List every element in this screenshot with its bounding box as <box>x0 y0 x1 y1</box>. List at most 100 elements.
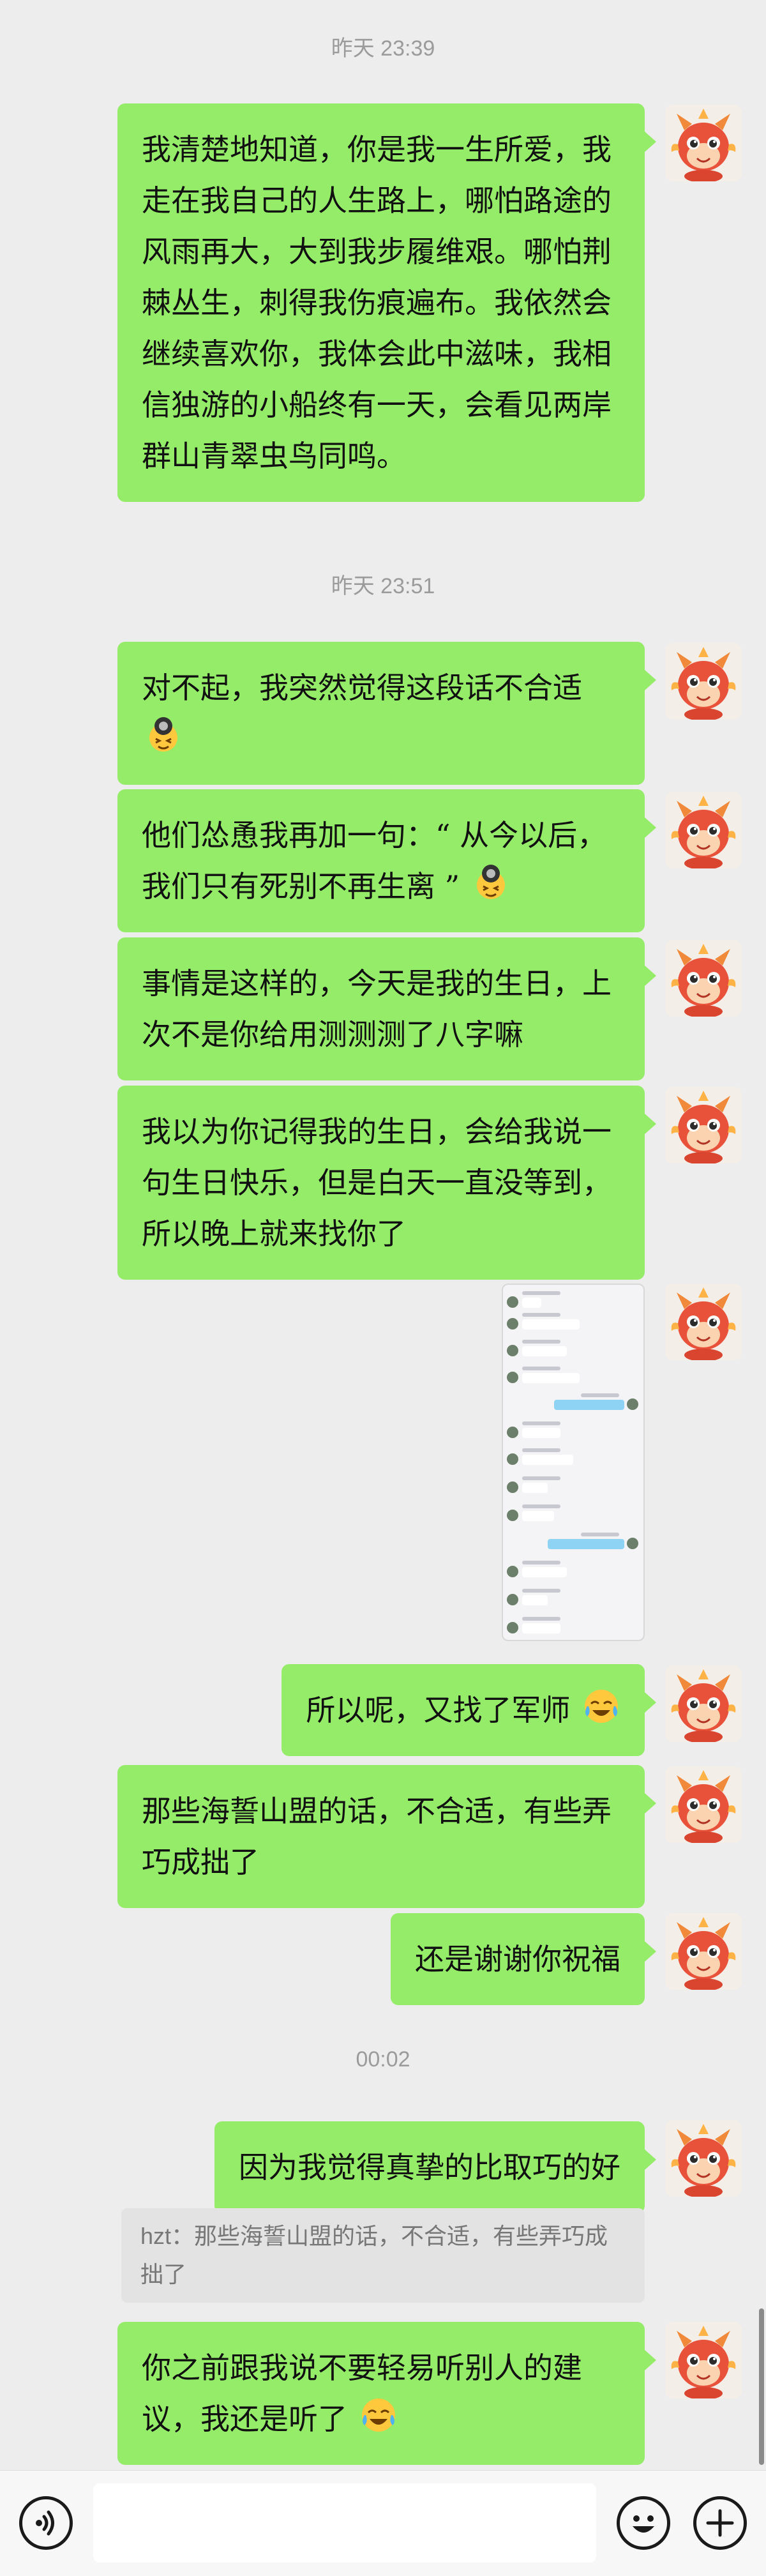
message-text: 他们怂恿我再加一句：“ 从今以后，我们只有死别不再生离 ” <box>142 818 607 904</box>
message-bubble[interactable]: 我以为你记得我的生日，会给我说一句生日快乐，但是白天一直没等到，所以晚上就来找你… <box>117 1086 656 1280</box>
thumbnail-row <box>507 1502 638 1525</box>
thumbnail-row <box>507 1474 638 1497</box>
thumbnail-message <box>548 1539 624 1549</box>
thumbnail-message <box>522 1319 580 1330</box>
thumbnail-avatar <box>507 1372 518 1383</box>
dragon-avatar-icon <box>665 1284 742 1360</box>
thumbnail-name <box>522 1340 560 1344</box>
quoted-message[interactable]: hzt：那些海誓山盟的话，不合适，有些弄巧成拙了 <box>121 2208 645 2303</box>
plus-icon-glyph <box>706 2509 734 2537</box>
input-bar <box>0 2470 766 2576</box>
scrollbar[interactable] <box>759 2308 764 2465</box>
avatar[interactable] <box>665 105 742 181</box>
message-bubble[interactable]: 所以呢，又找了军师 <box>282 1664 656 1756</box>
thumbnail-row <box>507 1586 638 1609</box>
facepalm-emoji <box>476 865 505 899</box>
dragon-avatar-icon <box>665 105 742 181</box>
thumbnail-avatar <box>507 1594 518 1605</box>
dragon-avatar-icon <box>665 1087 742 1163</box>
thumbnail-row <box>507 1337 638 1360</box>
voice-icon[interactable] <box>19 2496 73 2550</box>
thumbnail-message <box>522 1298 541 1308</box>
message-bubble[interactable]: 你之前跟我说不要轻易听别人的建议，我还是听了 <box>117 2322 656 2465</box>
thumbnail-avatar <box>507 1510 518 1521</box>
smiley-icon-glyph <box>633 2515 654 2533</box>
thumbnail-message <box>522 1455 573 1465</box>
thumbnail-row <box>507 1310 638 1333</box>
thumbnail-avatar <box>507 1427 518 1438</box>
thumbnail-row <box>507 1530 638 1553</box>
thumbnail-message <box>522 1428 560 1438</box>
thumbnail-row <box>507 1391 638 1414</box>
dragon-avatar-icon <box>665 940 742 1017</box>
plus-icon[interactable] <box>693 2496 747 2550</box>
dragon-avatar-icon <box>665 1913 742 1990</box>
facepalm-emoji <box>149 717 177 752</box>
thumbnail-row <box>507 1446 638 1469</box>
message-bubble[interactable]: 对不起，我突然觉得这段话不合适 <box>117 642 656 785</box>
message-text: 所以呢，又找了军师 <box>306 1693 571 1727</box>
thumbnail-avatar <box>507 1566 518 1577</box>
message-input[interactable] <box>93 2483 596 2563</box>
avatar[interactable] <box>665 643 742 720</box>
thumbnail-name <box>522 1561 560 1565</box>
avatar[interactable] <box>665 1087 742 1163</box>
thumbnail-avatar <box>507 1318 518 1330</box>
thumbnail-row <box>507 1364 638 1387</box>
avatar[interactable] <box>665 1766 742 1843</box>
thumbnail-avatar <box>507 1296 518 1308</box>
thumbnail-avatar <box>507 1345 518 1356</box>
thumbnail-message <box>554 1400 624 1410</box>
thumbnail-avatar <box>627 1538 638 1549</box>
thumbnail-avatar <box>507 1481 518 1493</box>
message-bubble[interactable]: 我清楚地知道，你是我一生所爱，我走在我自己的人生路上，哪怕路途的风雨再大，大到我… <box>117 103 656 502</box>
message-text: 那些海誓山盟的话，不合适，有些弄巧成拙了 <box>142 1794 612 1879</box>
thumbnail-name <box>581 1393 619 1397</box>
voice-icon-glyph <box>36 2510 54 2536</box>
message-bubble[interactable]: 事情是这样的，今天是我的生日，上次不是你给用测测测了八字嘛 <box>117 937 656 1080</box>
message-bubble[interactable]: 他们怂恿我再加一句：“ 从今以后，我们只有死别不再生离 ” <box>117 789 656 932</box>
thumbnail-name <box>522 1291 560 1295</box>
avatar[interactable] <box>665 1913 742 1990</box>
thumbnail-avatar <box>507 1453 518 1465</box>
thumbnail-message <box>522 1483 548 1493</box>
message-bubble[interactable]: 因为我觉得真挚的比取巧的好 <box>214 2121 656 2213</box>
timestamp: 昨天 23:51 <box>331 574 435 598</box>
message-text: 我清楚地知道，你是我一生所爱，我走在我自己的人生路上，哪怕路途的风雨再大，大到我… <box>142 132 612 473</box>
thumbnail-message <box>522 1346 567 1356</box>
avatar[interactable] <box>665 792 742 868</box>
avatar[interactable] <box>665 2322 742 2398</box>
timestamp: 昨天 23:39 <box>331 36 435 61</box>
thumbnail-name <box>522 1421 560 1425</box>
thumbnail-name <box>522 1313 560 1317</box>
message-bubble[interactable]: 还是谢谢你祝福 <box>391 1913 656 2005</box>
avatar[interactable] <box>665 940 742 1017</box>
avatar[interactable] <box>665 1665 742 1742</box>
thumbnail-avatar <box>627 1398 638 1410</box>
thumbnail-message <box>522 1373 580 1383</box>
thumbnail-row <box>507 1558 638 1581</box>
thumbnail-name <box>522 1448 560 1452</box>
thumbnail-avatar <box>507 1622 518 1633</box>
dragon-avatar-icon <box>665 2322 742 2398</box>
dragon-avatar-icon <box>665 2120 742 2197</box>
dragon-avatar-icon <box>665 1665 742 1742</box>
dragon-avatar-icon <box>665 792 742 868</box>
dragon-avatar-icon <box>665 1766 742 1843</box>
message-bubble[interactable]: 那些海誓山盟的话，不合适，有些弄巧成拙了 <box>117 1765 656 1908</box>
chat-screenshot-image[interactable] <box>502 1284 645 1641</box>
thumbnail-name <box>522 1476 560 1480</box>
avatar[interactable] <box>665 2120 742 2197</box>
thumbnail-name <box>581 1533 619 1536</box>
thumbnail-row <box>507 1289 638 1312</box>
message-text: 我以为你记得我的生日，会给我说一句生日快乐，但是白天一直没等到，所以晚上就来找你… <box>142 1114 612 1251</box>
thumbnail-name <box>522 1617 560 1621</box>
thumbnail-name <box>522 1589 560 1593</box>
thumbnail-message <box>522 1511 554 1521</box>
avatar[interactable] <box>665 1284 742 1360</box>
timestamp: 00:02 <box>356 2047 410 2072</box>
dragon-avatar-icon <box>665 643 742 720</box>
message-text: 因为我觉得真挚的比取巧的好 <box>239 2150 620 2185</box>
smiley-icon[interactable] <box>617 2496 670 2550</box>
thumbnail-name <box>522 1504 560 1508</box>
